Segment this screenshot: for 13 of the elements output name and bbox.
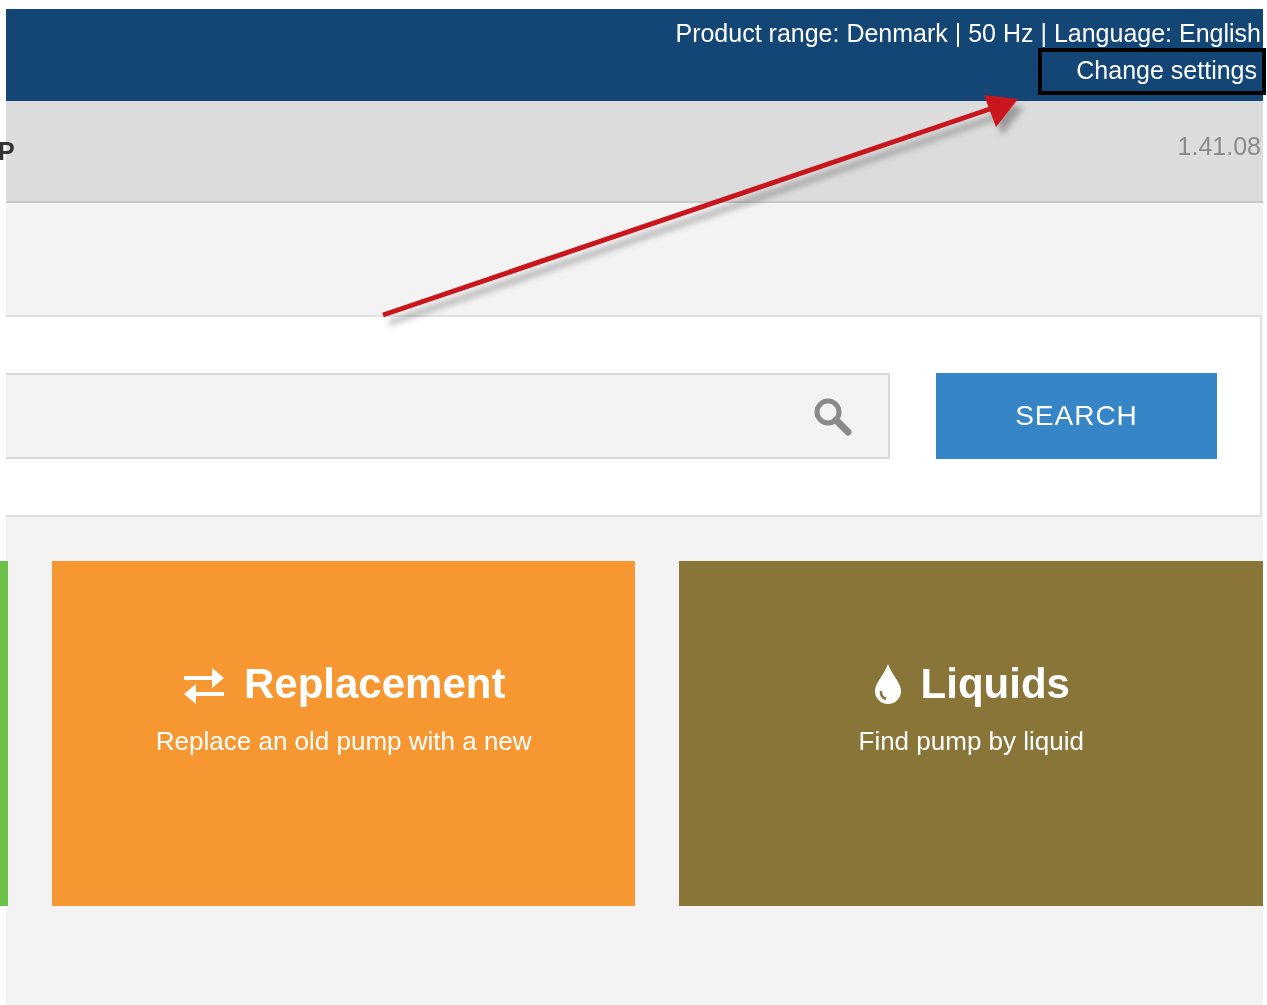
search-icon xyxy=(812,396,854,436)
tile-subtitle: Find pump by liquid xyxy=(858,726,1084,757)
tile-subtitle: Replace an old pump with a new xyxy=(155,726,532,757)
version-text: 1.41.08 xyxy=(1177,131,1261,161)
product-range-text: Product range: Denmark | 50 Hz | Language: English xyxy=(675,18,1261,48)
tile-title: Replacement xyxy=(244,660,506,708)
header-title: P xyxy=(0,136,15,166)
change-settings-link[interactable]: Change settings xyxy=(1076,55,1257,85)
category-tile[interactable]: Liquids Find pump by liquid xyxy=(679,561,1263,906)
drop-icon xyxy=(872,663,903,705)
search-field[interactable] xyxy=(6,373,890,459)
search-button[interactable]: SEARCH xyxy=(936,373,1217,459)
tile-title: Liquids xyxy=(920,660,1070,708)
